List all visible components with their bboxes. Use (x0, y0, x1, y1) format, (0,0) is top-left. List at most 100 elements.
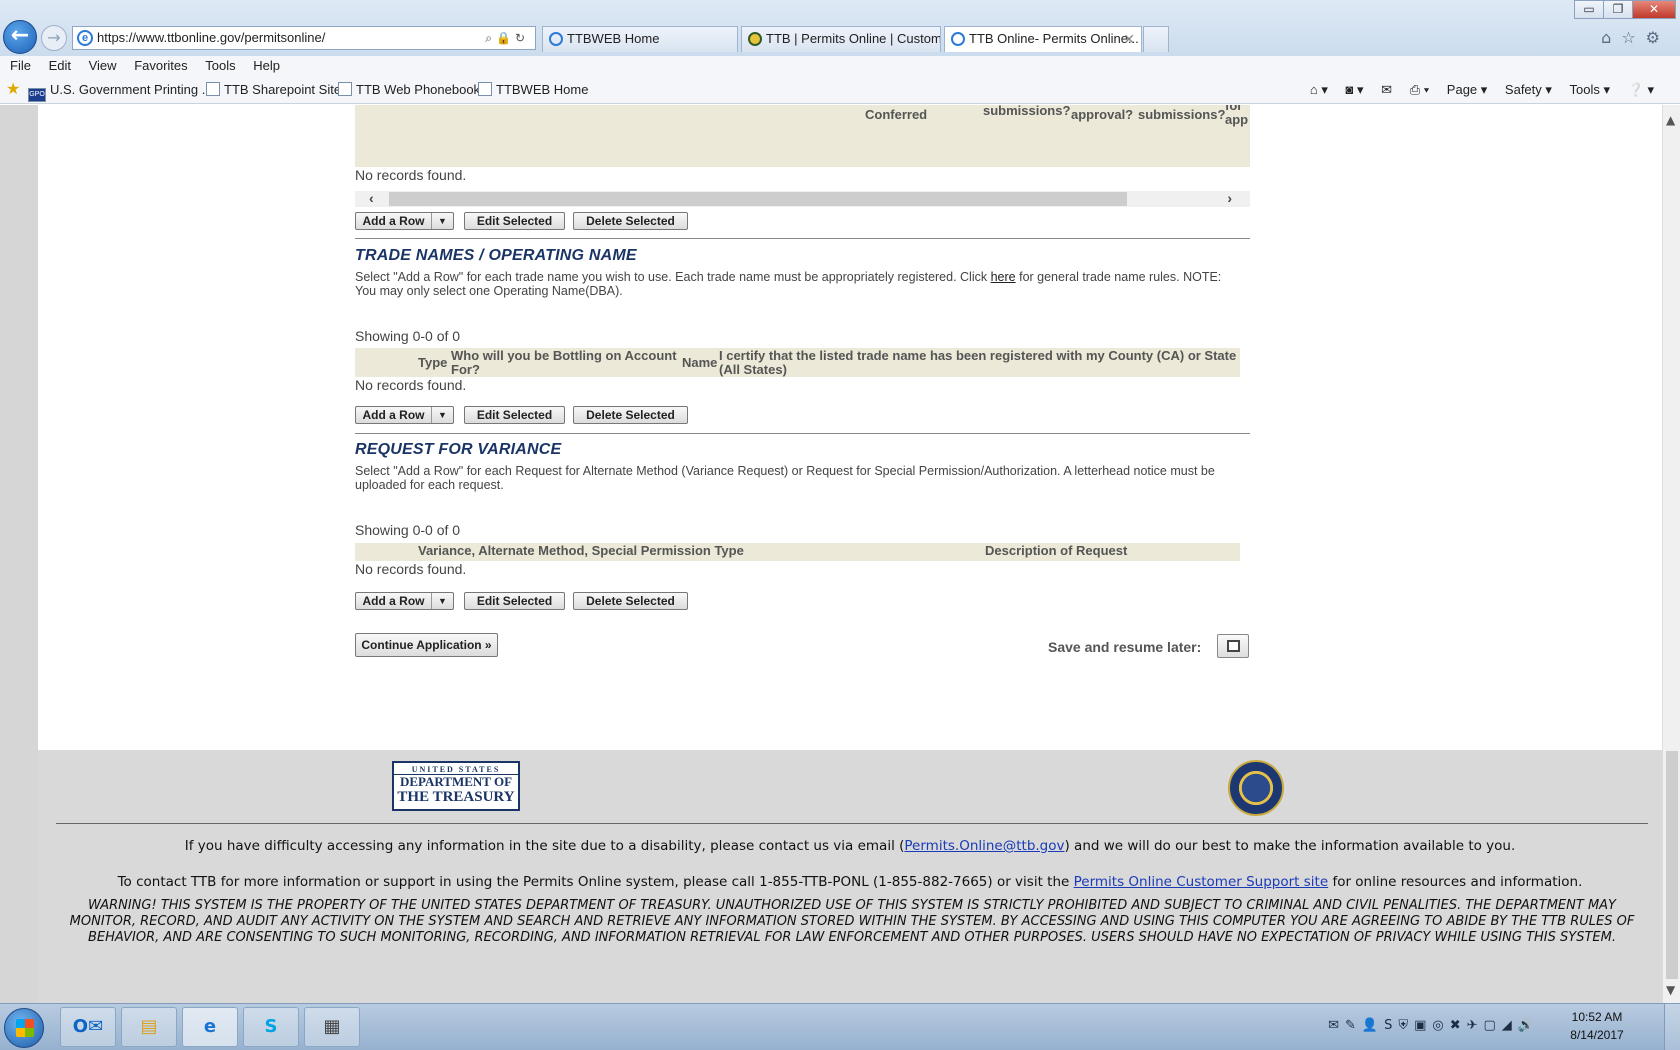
tray-icons[interactable]: ✉✎👤S⛨▣◎✖✈▢◢🔊 (1328, 1018, 1540, 1033)
clock-time: 10:52 AM (1571, 1010, 1623, 1024)
command-safety[interactable]: Safety ▾ (1505, 82, 1552, 97)
ttb-seal-logo[interactable] (1228, 760, 1284, 816)
edit-selected-button[interactable]: Edit Selected (464, 406, 565, 424)
tab-label: TTB | Permits Online | Custom... (766, 31, 941, 46)
taskbar-skype[interactable]: S (243, 1007, 299, 1047)
show-desktop-button[interactable] (1664, 1004, 1680, 1050)
scroll-thumb[interactable] (389, 192, 1127, 206)
add-row-button[interactable]: Add a Row ▼ (355, 592, 454, 610)
favorites-star-icon[interactable]: ★ (6, 78, 20, 102)
save-button[interactable] (1217, 634, 1249, 658)
favorite-label: TTB Web Phonebook (356, 82, 481, 97)
delete-selected-button[interactable]: Delete Selected (573, 406, 688, 424)
back-button[interactable]: ← (3, 20, 37, 54)
tab-customer-support[interactable]: TTB | Permits Online | Custom... (741, 26, 941, 52)
customer-support-link[interactable]: Permits Online Customer Support site (1074, 874, 1329, 890)
feeds-icon[interactable]: ◙ ▾ (1346, 82, 1364, 97)
windows-logo-icon (16, 1019, 34, 1037)
continue-application-button[interactable]: Continue Application » (355, 633, 498, 657)
menu-help[interactable]: Help (253, 58, 280, 73)
restore-button[interactable]: ❐ (1603, 0, 1633, 19)
tab-permits-online[interactable]: TTB Online- Permits Online... ✕ (944, 26, 1142, 52)
lock-icon[interactable]: 🔒 (496, 31, 515, 45)
gpo-icon: GPO (28, 88, 46, 102)
chevron-left-icon[interactable]: ‹ (369, 190, 374, 206)
start-button[interactable] (4, 1008, 44, 1048)
chevron-down-icon[interactable]: ▼ (1666, 983, 1675, 997)
help-icon[interactable]: ❔ ▾ (1628, 82, 1654, 97)
outlook-icon: O✉ (72, 1016, 104, 1037)
variance-description: Select "Add a Row" for each Request for … (355, 464, 1215, 492)
vertical-scrollbar[interactable]: ▲ ▼ (1662, 105, 1680, 1003)
favorites-bar: ★ GPO U.S. Government Printing ... TTB Sh… (0, 78, 1680, 104)
taskbar-internet-explorer[interactable]: e (182, 1007, 238, 1047)
close-window-button[interactable]: ✕ (1632, 0, 1676, 19)
menu-file[interactable]: File (10, 58, 31, 73)
new-tab-button[interactable] (1143, 26, 1169, 52)
ie-icon (549, 32, 563, 46)
system-tray[interactable]: ✉✎👤S⛨▣◎✖✈▢◢🔊 (1328, 1018, 1540, 1033)
email-link[interactable]: Permits.Online@ttb.gov (904, 838, 1064, 854)
treasury-logo[interactable]: UNITED STATES DEPARTMENT OF THE TREASURY (392, 761, 520, 811)
mail-icon[interactable]: ✉ (1381, 82, 1392, 97)
save-resume-label: Save and resume later: (1048, 639, 1202, 655)
taskbar-window[interactable]: ▦ (304, 1007, 360, 1047)
favorite-phonebook[interactable]: TTB Web Phonebook (338, 78, 480, 102)
refresh-icon[interactable]: ↻ (515, 31, 529, 45)
chevron-right-icon[interactable]: › (1227, 190, 1232, 206)
chevron-down-icon[interactable]: ▼ (431, 407, 453, 423)
favorite-sharepoint[interactable]: TTB Sharepoint Site (206, 78, 341, 102)
tab-label: TTB Online- Permits Online... (969, 31, 1139, 46)
home-icon[interactable]: ⌂ (1601, 28, 1621, 47)
trade-names-description: Select "Add a Row" for each trade name y… (355, 270, 1245, 298)
add-row-button[interactable]: Add a Row ▼ (355, 406, 454, 424)
chevron-down-icon[interactable]: ▼ (431, 213, 453, 229)
taskbar-outlook[interactable]: O✉ (60, 1007, 116, 1047)
add-row-button[interactable]: Add a Row ▼ (355, 212, 454, 230)
variance-table-header: Variance, Alternate Method, Special Perm… (355, 543, 1240, 561)
menu-edit[interactable]: Edit (49, 58, 71, 73)
address-tools[interactable]: ⌕🔒↻ (485, 27, 529, 49)
section-title-variance: REQUEST FOR VARIANCE (355, 441, 562, 458)
top-table-header: Conferred submissions? approval? submiss… (355, 105, 1250, 167)
favorite-gpo[interactable]: GPO U.S. Government Printing ... (28, 78, 213, 102)
command-page[interactable]: Page ▾ (1447, 82, 1488, 97)
edit-selected-button[interactable]: Edit Selected (464, 592, 565, 610)
column-header-certify: I certify that the listed trade name has… (719, 348, 1237, 377)
delete-selected-button[interactable]: Delete Selected (573, 592, 688, 610)
favorite-ttbweb-home[interactable]: TTBWEB Home (478, 78, 588, 102)
address-bar[interactable]: e https://www.ttbonline.gov/permitsonlin… (72, 26, 536, 50)
chevron-up-icon[interactable]: ▲ (1666, 113, 1675, 127)
close-tab-icon[interactable]: ✕ (1123, 27, 1135, 51)
desc-text: Select "Add a Row" for each trade name y… (355, 270, 991, 284)
menu-tools[interactable]: Tools (205, 58, 235, 73)
browser-titlebar: ← → e https://www.ttbonline.gov/permitso… (0, 0, 1680, 56)
edit-selected-button[interactable]: Edit Selected (464, 212, 565, 230)
system-clock[interactable]: 10:52 AM 8/14/2017 (1556, 1008, 1638, 1044)
delete-selected-button[interactable]: Delete Selected (573, 212, 688, 230)
star-icon[interactable]: ☆ (1621, 28, 1645, 47)
gear-icon[interactable]: ⚙ (1646, 28, 1670, 47)
tab-ttbweb-home[interactable]: TTBWEB Home (542, 26, 738, 52)
treasury-logo-line: THE TREASURY (397, 789, 515, 805)
column-header: approval? (1071, 107, 1134, 122)
minimize-button[interactable]: ▭ (1574, 0, 1604, 19)
menu-favorites[interactable]: Favorites (134, 58, 187, 73)
search-icon[interactable]: ⌕ (485, 31, 496, 45)
menu-view[interactable]: View (89, 58, 117, 73)
command-tools[interactable]: Tools ▾ (1570, 82, 1611, 97)
footer-divider (56, 823, 1648, 824)
trade-names-table-header: Type Who will you be Bottling on Account… (355, 348, 1240, 377)
column-header-description: Description of Request (985, 543, 1128, 558)
scroll-thumb[interactable] (1666, 751, 1678, 979)
column-header: submissions? (1138, 107, 1226, 122)
home-icon[interactable]: ⌂ ▾ (1310, 82, 1328, 97)
trade-name-rules-link[interactable]: here (991, 270, 1016, 284)
site-footer: UNITED STATES DEPARTMENT OF THE TREASURY… (38, 750, 1662, 1003)
ie-icon: e (203, 1016, 217, 1037)
print-icon[interactable]: ⎙ ▾ (1410, 82, 1429, 97)
chevron-down-icon[interactable]: ▼ (431, 593, 453, 609)
forward-button[interactable]: → (41, 25, 67, 51)
horizontal-scrollbar[interactable]: ‹ › (355, 190, 1250, 207)
taskbar-explorer[interactable]: ▤ (121, 1007, 177, 1047)
